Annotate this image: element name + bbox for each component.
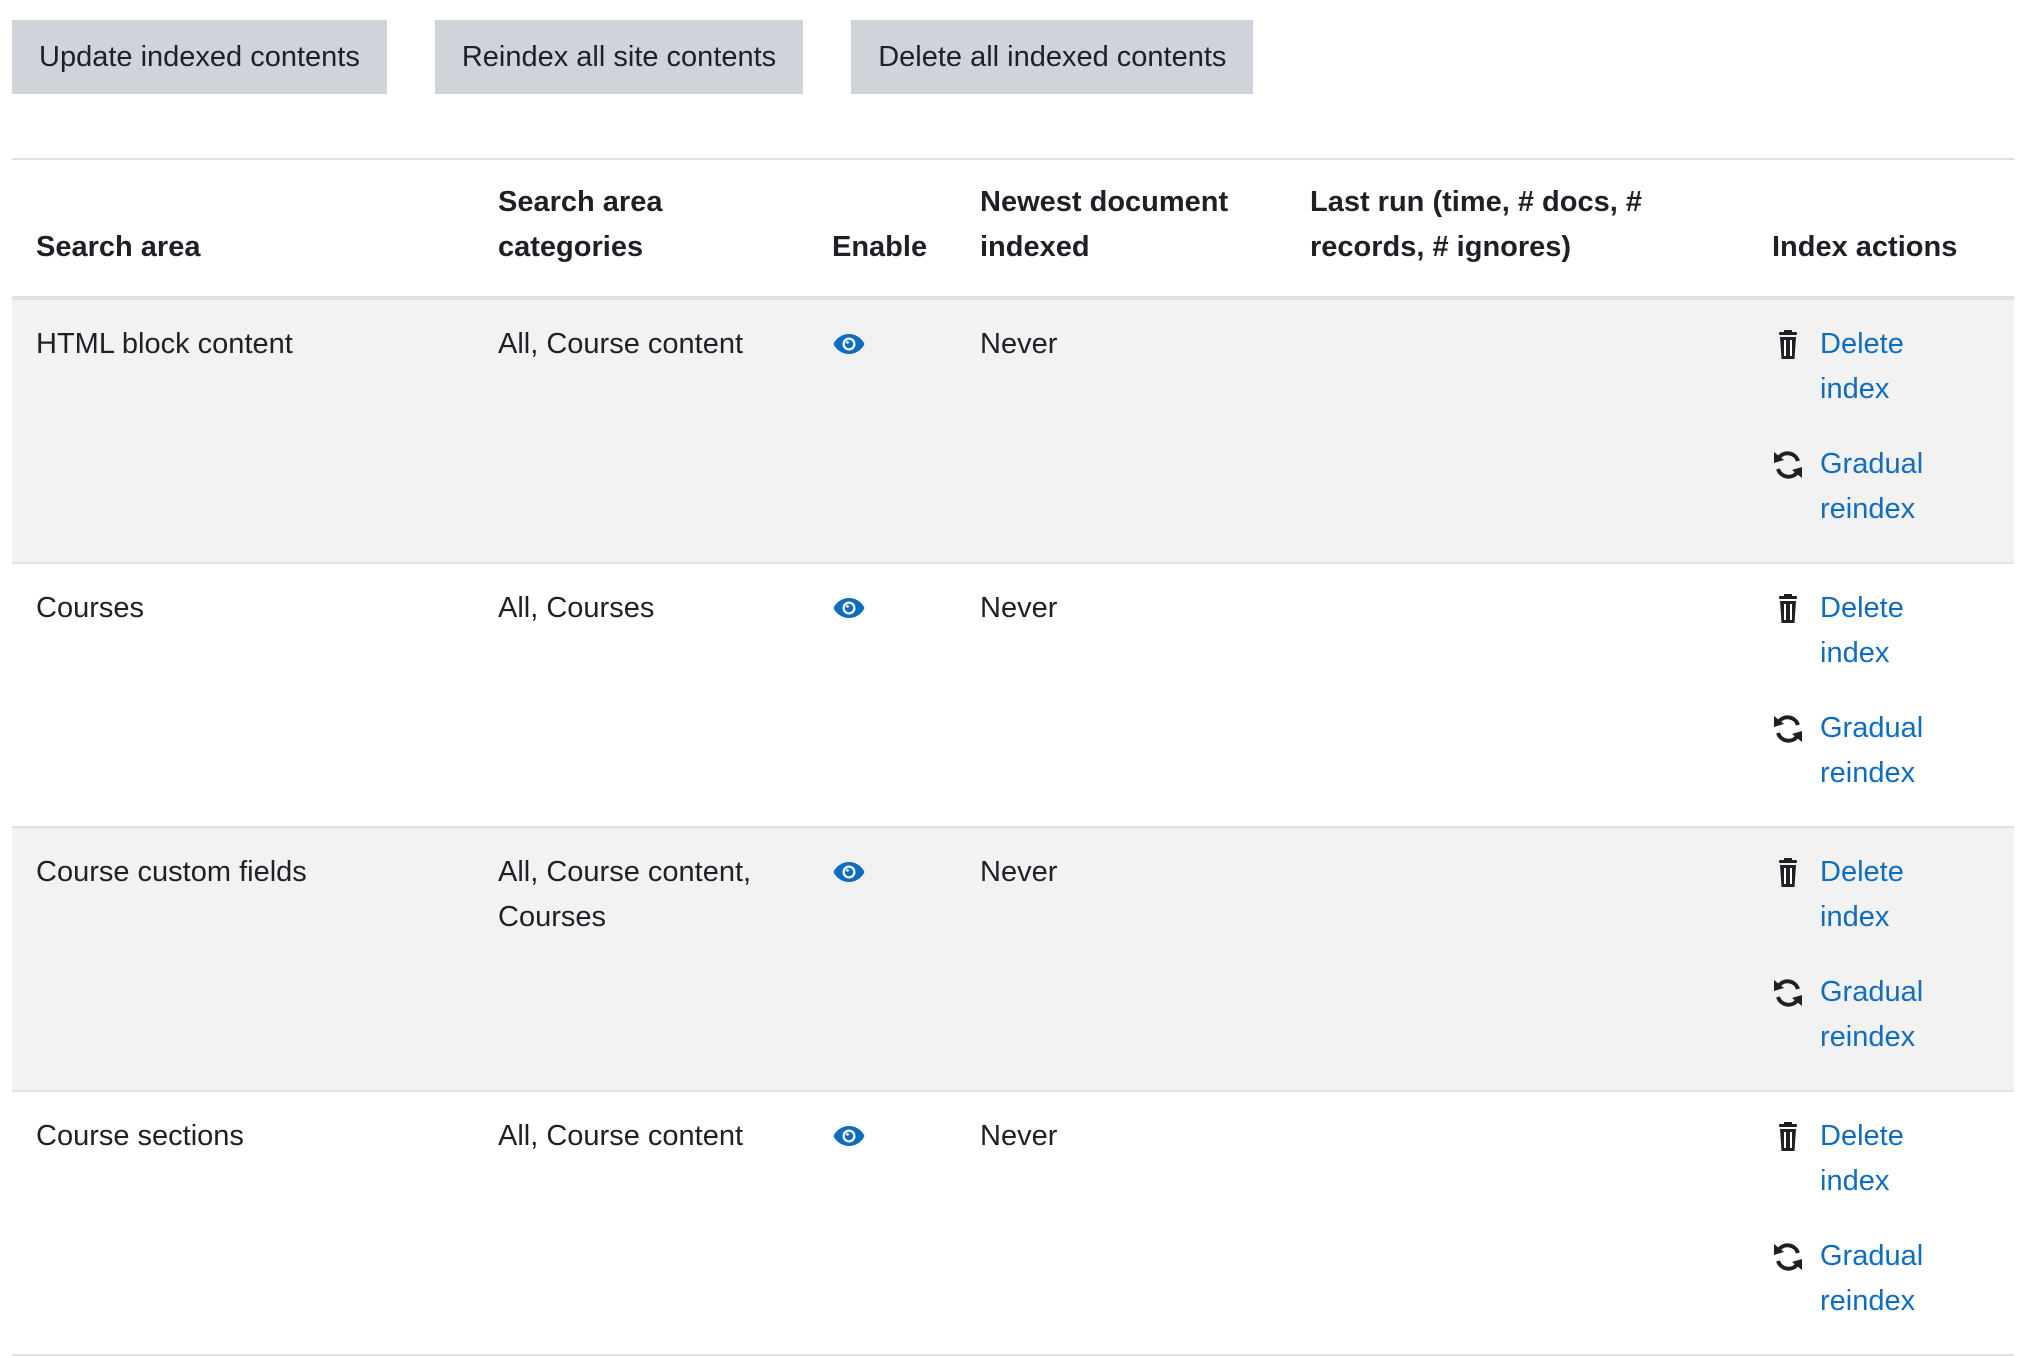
eye-icon[interactable]: [832, 1124, 866, 1148]
newest-document: Never: [980, 856, 1058, 888]
refresh-icon: [1774, 451, 1802, 479]
search-area-name: Courses: [36, 592, 144, 624]
search-areas-table: Search area Search area categories Enabl…: [12, 158, 2014, 1356]
delete-index-link[interactable]: Delete index: [1820, 1114, 1940, 1234]
table-body: HTML block content All, Course content N…: [12, 300, 2014, 1356]
gradual-reindex-link[interactable]: Gradual reindex: [1820, 970, 1940, 1090]
eye-icon[interactable]: [832, 596, 866, 620]
delete-index-link[interactable]: Delete index: [1820, 850, 1940, 970]
newest-document: Never: [980, 328, 1058, 360]
index-actions: Delete index Gradual reindex: [1748, 828, 2014, 1090]
table-row: Course sections All, Course content Neve…: [12, 1092, 2014, 1356]
last-run: [1286, 1092, 1748, 1354]
refresh-icon: [1774, 1243, 1802, 1271]
enable-cell: [808, 300, 956, 562]
header-actions: Index actions: [1772, 231, 1958, 263]
header-categories: Search area categories: [498, 186, 663, 263]
delete-index-link[interactable]: Delete index: [1820, 322, 1940, 442]
search-area-categories: All, Course content, Courses: [498, 856, 752, 933]
header-search-area: Search area: [36, 231, 201, 263]
reindex-all-button[interactable]: Reindex all site contents: [434, 20, 804, 94]
search-area-categories: All, Course content: [498, 1120, 744, 1152]
search-area-categories: All, Courses: [498, 592, 655, 624]
trash-icon: [1779, 858, 1797, 887]
header-newest: Newest document indexed: [980, 186, 1229, 263]
enable-cell: [808, 564, 956, 826]
search-area-name: Course sections: [36, 1120, 244, 1152]
gradual-reindex-link[interactable]: Gradual reindex: [1820, 1234, 1940, 1354]
toolbar: Update indexed contents Reindex all site…: [12, 20, 1254, 94]
newest-document: Never: [980, 592, 1058, 624]
gradual-reindex-link[interactable]: Gradual reindex: [1820, 442, 1940, 562]
enable-cell: [808, 1092, 956, 1354]
search-area-categories: All, Course content: [498, 328, 744, 360]
header-last-run: Last run (time, # docs, # records, # ign…: [1310, 186, 1642, 263]
last-run: [1286, 564, 1748, 826]
search-area-name: HTML block content: [36, 328, 293, 360]
delete-index-link[interactable]: Delete index: [1820, 586, 1940, 706]
update-indexed-contents-button[interactable]: Update indexed contents: [12, 20, 387, 94]
index-actions: Delete index Gradual reindex: [1748, 1092, 2014, 1354]
search-area-name: Course custom fields: [36, 856, 307, 888]
table-header: Search area Search area categories Enabl…: [12, 160, 2014, 300]
enable-cell: [808, 828, 956, 1090]
index-actions: Delete index Gradual reindex: [1748, 564, 2014, 826]
last-run: [1286, 300, 1748, 562]
delete-all-indexed-button[interactable]: Delete all indexed contents: [851, 20, 1254, 94]
trash-icon: [1779, 594, 1797, 623]
table-row: Courses All, Courses Never Delete index: [12, 564, 2014, 828]
eye-icon[interactable]: [832, 860, 866, 884]
eye-icon[interactable]: [832, 332, 866, 356]
newest-document: Never: [980, 1120, 1058, 1152]
table-row: Course custom fields All, Course content…: [12, 828, 2014, 1092]
header-enable: Enable: [832, 231, 928, 263]
gradual-reindex-link[interactable]: Gradual reindex: [1820, 706, 1940, 826]
refresh-icon: [1774, 979, 1802, 1007]
table-row: HTML block content All, Course content N…: [12, 300, 2014, 564]
last-run: [1286, 828, 1748, 1090]
refresh-icon: [1774, 715, 1802, 743]
trash-icon: [1779, 1122, 1797, 1151]
index-actions: Delete index Gradual reindex: [1748, 300, 2014, 562]
trash-icon: [1779, 330, 1797, 359]
